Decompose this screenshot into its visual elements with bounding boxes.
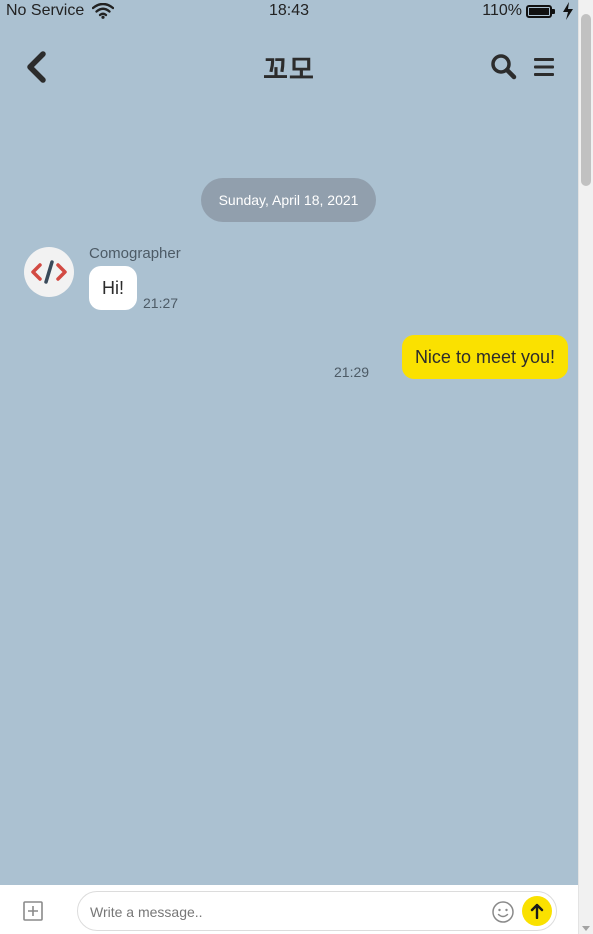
outgoing-message-bubble[interactable]: Nice to meet you! bbox=[401, 335, 568, 379]
sender-name: Comographer bbox=[89, 245, 181, 262]
message-input[interactable] bbox=[90, 901, 485, 923]
menu-button[interactable] bbox=[532, 55, 556, 79]
search-button[interactable] bbox=[490, 53, 518, 81]
menu-icon bbox=[534, 58, 554, 76]
scrollbar[interactable] bbox=[578, 0, 593, 934]
send-arrow-icon bbox=[530, 903, 544, 919]
chat-header: 꼬모 bbox=[0, 40, 578, 94]
emoji-button[interactable] bbox=[491, 900, 515, 924]
code-logo-icon bbox=[31, 260, 67, 284]
message-timestamp: 21:27 bbox=[143, 295, 179, 311]
battery-percent: 110% bbox=[482, 2, 522, 19]
scroll-down-arrow-icon[interactable] bbox=[582, 926, 590, 931]
attach-button[interactable] bbox=[23, 901, 43, 921]
battery-icon bbox=[526, 4, 555, 18]
attach-plus-icon bbox=[23, 901, 43, 921]
date-separator: Sunday, April 18, 2021 bbox=[201, 178, 376, 222]
scrollbar-thumb[interactable] bbox=[581, 14, 591, 186]
message-input-bar bbox=[0, 885, 578, 934]
search-icon bbox=[491, 54, 517, 80]
emoji-icon bbox=[492, 901, 514, 923]
avatar[interactable] bbox=[24, 247, 74, 297]
message-box bbox=[77, 891, 557, 931]
status-bar: No Service 18:43 110% bbox=[0, 0, 578, 24]
status-right: 110% bbox=[482, 2, 574, 20]
incoming-message-bubble[interactable]: Hi! bbox=[89, 266, 137, 310]
message-timestamp: 21:29 bbox=[334, 364, 370, 380]
charging-icon bbox=[563, 2, 573, 20]
send-button[interactable] bbox=[522, 896, 552, 926]
